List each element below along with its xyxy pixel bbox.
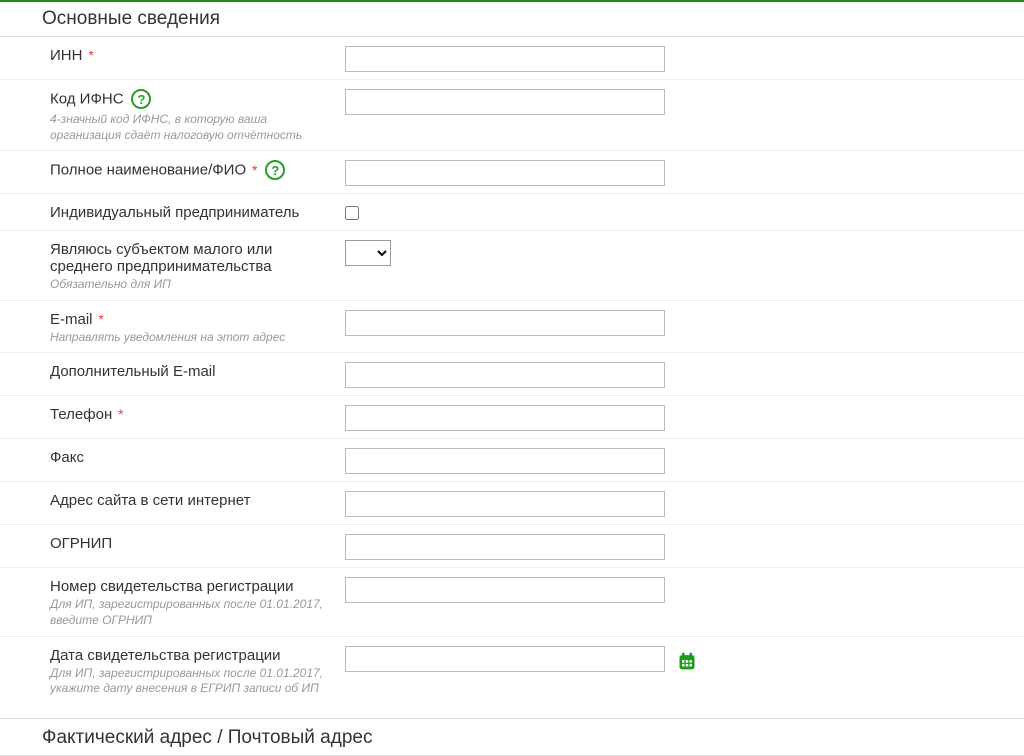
field-row-inn: ИНН * [0,37,1024,80]
email-input[interactable] [345,310,665,336]
field-row-ifns: Код ИФНС ? 4-значный код ИФНС, в которую… [0,80,1024,151]
required-marker: * [118,406,123,422]
sme-select[interactable] [345,240,391,266]
sme-label: Являюсь субъектом малого или среднего пр… [50,241,272,275]
certdate-hint: Для ИП, зарегистрированных после 01.01.2… [50,666,335,697]
certdate-input[interactable] [345,646,665,672]
required-marker: * [252,162,257,178]
field-row-ip: Индивидуальный предприниматель [0,194,1024,231]
ogrnip-input[interactable] [345,534,665,560]
website-input[interactable] [345,491,665,517]
field-row-phone: Телефон * [0,396,1024,439]
sme-hint: Обязательно для ИП [50,277,335,293]
ifns-input[interactable] [345,89,665,115]
required-marker: * [88,47,93,63]
certnum-label: Номер свидетельства регистрации [50,578,294,595]
email2-label: Дополнительный E-mail [50,363,215,380]
phone-input[interactable] [345,405,665,431]
field-row-website: Адрес сайта в сети интернет [0,482,1024,525]
fax-input[interactable] [345,448,665,474]
website-label: Адрес сайта в сети интернет [50,492,251,509]
fullname-label: Полное наименование/ФИО [50,162,246,179]
phone-label: Телефон [50,406,112,423]
field-row-fullname: Полное наименование/ФИО * ? [0,151,1024,194]
calendar-icon[interactable] [677,651,697,671]
help-icon[interactable]: ? [131,89,151,109]
section-title-address: Фактический адрес / Почтовый адрес [0,718,1024,756]
field-row-ogrnip: ОГРНИП [0,525,1024,568]
basic-info-section: Основные сведения ИНН * Код ИФНС ? 4-зна… [0,2,1024,756]
field-row-email: E-mail * Направлять уведомления на этот … [0,301,1024,354]
field-row-sme: Являюсь субъектом малого или среднего пр… [0,231,1024,301]
ogrnip-label: ОГРНИП [50,535,112,552]
email-label: E-mail [50,311,93,328]
ip-label: Индивидуальный предприниматель [50,204,299,221]
help-icon[interactable]: ? [265,160,285,180]
section-title-basic: Основные сведения [0,2,1024,37]
field-row-email2: Дополнительный E-mail [0,353,1024,396]
email-hint: Направлять уведомления на этот адрес [50,330,335,346]
fax-label: Факс [50,449,84,466]
inn-label: ИНН [50,47,82,64]
ifns-label: Код ИФНС [50,91,124,108]
ifns-hint: 4-значный код ИФНС, в которую ваша орган… [50,112,335,143]
fullname-input[interactable] [345,160,665,186]
email2-input[interactable] [345,362,665,388]
ip-checkbox[interactable] [345,206,359,220]
required-marker: * [98,311,103,327]
certnum-input[interactable] [345,577,665,603]
certnum-hint: Для ИП, зарегистрированных после 01.01.2… [50,597,335,628]
field-row-certnum: Номер свидетельства регистрации Для ИП, … [0,568,1024,636]
inn-input[interactable] [345,46,665,72]
certdate-label: Дата свидетельства регистрации [50,647,281,664]
field-row-certdate: Дата свидетельства регистрации Для ИП, з… [0,637,1024,704]
field-row-fax: Факс [0,439,1024,482]
